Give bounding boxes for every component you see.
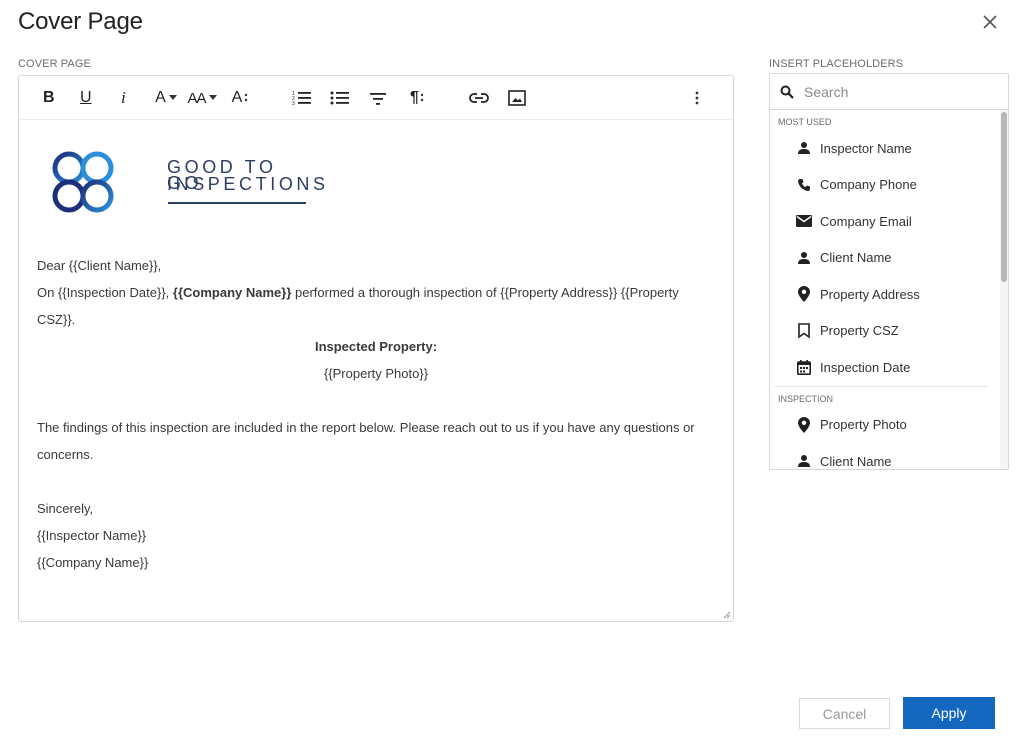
greeting-text: Dear {{Client Name}}, [37,258,162,273]
rich-text-editor[interactable]: B U i A AA A 123 ¶ GOOD TO GO INSPECTION… [18,75,734,622]
ordered-list-icon: 123 [292,91,311,106]
person-icon [796,250,812,266]
scrollbar-thumb[interactable] [1001,112,1007,282]
placeholder-item-label: Company Phone [820,177,917,193]
search-icon [780,85,794,99]
editor-toolbar: B U i A AA A 123 ¶ [19,76,733,120]
placeholder-item-label: Client Name [820,453,892,469]
logo-underline [168,202,306,204]
paragraph-format-button[interactable]: ¶ [404,87,430,109]
placeholder-item[interactable]: Property Address [770,276,1000,313]
editor-content[interactable]: GOOD TO GO INSPECTIONS Dear {{Client Nam… [19,120,733,620]
align-center-icon [370,93,386,105]
placeholder-item[interactable]: Company Phone [770,167,1000,204]
insert-link-button[interactable] [468,87,490,109]
person-icon [796,453,812,469]
image-icon [508,90,526,106]
caret-down-icon [208,95,217,100]
font-size-button[interactable]: AA [186,87,218,109]
placeholder-search [770,74,1008,110]
company-name-placeholder-bold: {{Company Name}} [172,285,292,300]
more-options-button[interactable] [691,87,703,109]
close-icon [983,15,997,29]
placeholder-item-label: Inspector Name [820,140,912,156]
placeholder-group-header: INSPECTION [778,393,834,404]
cover-page-section-label: COVER PAGE [18,58,91,70]
placeholder-list: MOST USED Inspector Name Company Phone Comp… [770,110,1000,469]
placeholder-item[interactable]: Property Photo [770,407,1000,444]
placeholder-panel: MOST USED Inspector Name Company Phone Comp… [769,73,1009,470]
font-color-button[interactable]: A [152,87,180,109]
bullet-list-button[interactable] [329,87,351,109]
more-vert-small-icon [420,93,424,102]
phone-icon [796,177,812,193]
person-icon [796,140,812,156]
more-vert-icon [695,91,699,105]
placeholder-item-label: Property CSZ [820,323,899,339]
placeholder-item-label: Property Address [820,286,920,302]
svg-text:3: 3 [292,101,295,106]
link-icon [469,93,489,103]
close-button[interactable] [982,14,998,30]
italic-button[interactable]: i [121,87,126,109]
resize-handle-icon[interactable] [723,611,731,619]
location-pin-icon [796,416,812,433]
underline-button[interactable]: U [80,87,92,109]
apply-button[interactable]: Apply [903,697,995,729]
placeholder-item[interactable]: Company Email [770,203,1000,240]
inspected-property-heading: Inspected Property: [314,339,438,354]
placeholder-search-input[interactable] [804,82,984,102]
intro-line-continuation: CSZ}}. [37,312,76,327]
placeholder-item[interactable]: Inspector Name [770,130,1000,167]
font-color-label: A [155,89,166,106]
findings-text: The findings of this inspection are incl… [37,420,695,435]
sign-off-text: Sincerely, [37,501,94,516]
placeholder-item-label: Property Photo [820,417,907,433]
findings-text-continuation: concerns. [37,447,94,462]
company-name-placeholder: {{Company Name}} [37,555,149,570]
intro-part-c: performed a thorough inspection of {{Pro… [291,285,679,300]
caret-down-icon [168,95,177,100]
placeholder-item[interactable]: Inspection Date [770,349,1000,386]
email-icon [796,213,812,229]
intro-line: On {{Inspection Date}}, {{Company Name}}… [37,285,679,300]
align-button[interactable] [367,87,389,109]
logo-text-line2: INSPECTIONS [167,174,329,194]
bold-button[interactable]: B [43,87,55,109]
more-vert-small-icon [245,93,248,102]
ordered-list-button[interactable]: 123 [291,87,313,109]
pilcrow-icon: ¶ [410,89,419,106]
cancel-button[interactable]: Cancel [799,698,890,729]
company-logo: GOOD TO GO INSPECTIONS [49,148,325,223]
intro-part-a: On {{Inspection Date}}, [37,285,173,300]
font-style-button[interactable]: A [229,87,251,109]
placeholder-group-header: MOST USED [778,117,832,127]
placeholder-item[interactable]: Client Name [770,240,1000,277]
font-size-label: AA [187,89,206,107]
location-pin-icon [796,286,812,303]
placeholder-item[interactable]: Client Name [770,443,1000,469]
inspector-name-placeholder: {{Inspector Name}} [37,528,147,543]
property-photo-placeholder: {{Property Photo}} [323,366,429,381]
placeholders-section-label: INSERT PLACEHOLDERS [769,58,904,70]
font-style-label: A [231,89,243,106]
dialog-title: Cover Page [18,8,143,35]
placeholder-item-label: Client Name [820,250,892,266]
calendar-icon [796,359,812,375]
bookmark-icon [796,323,812,339]
placeholder-item-label: Company Email [820,213,912,229]
insert-image-button[interactable] [506,87,528,109]
logo-mark-icon [52,151,114,213]
placeholder-item-label: Inspection Date [820,359,911,375]
bullet-list-icon [330,91,349,105]
placeholder-item[interactable]: Property CSZ [770,313,1000,350]
